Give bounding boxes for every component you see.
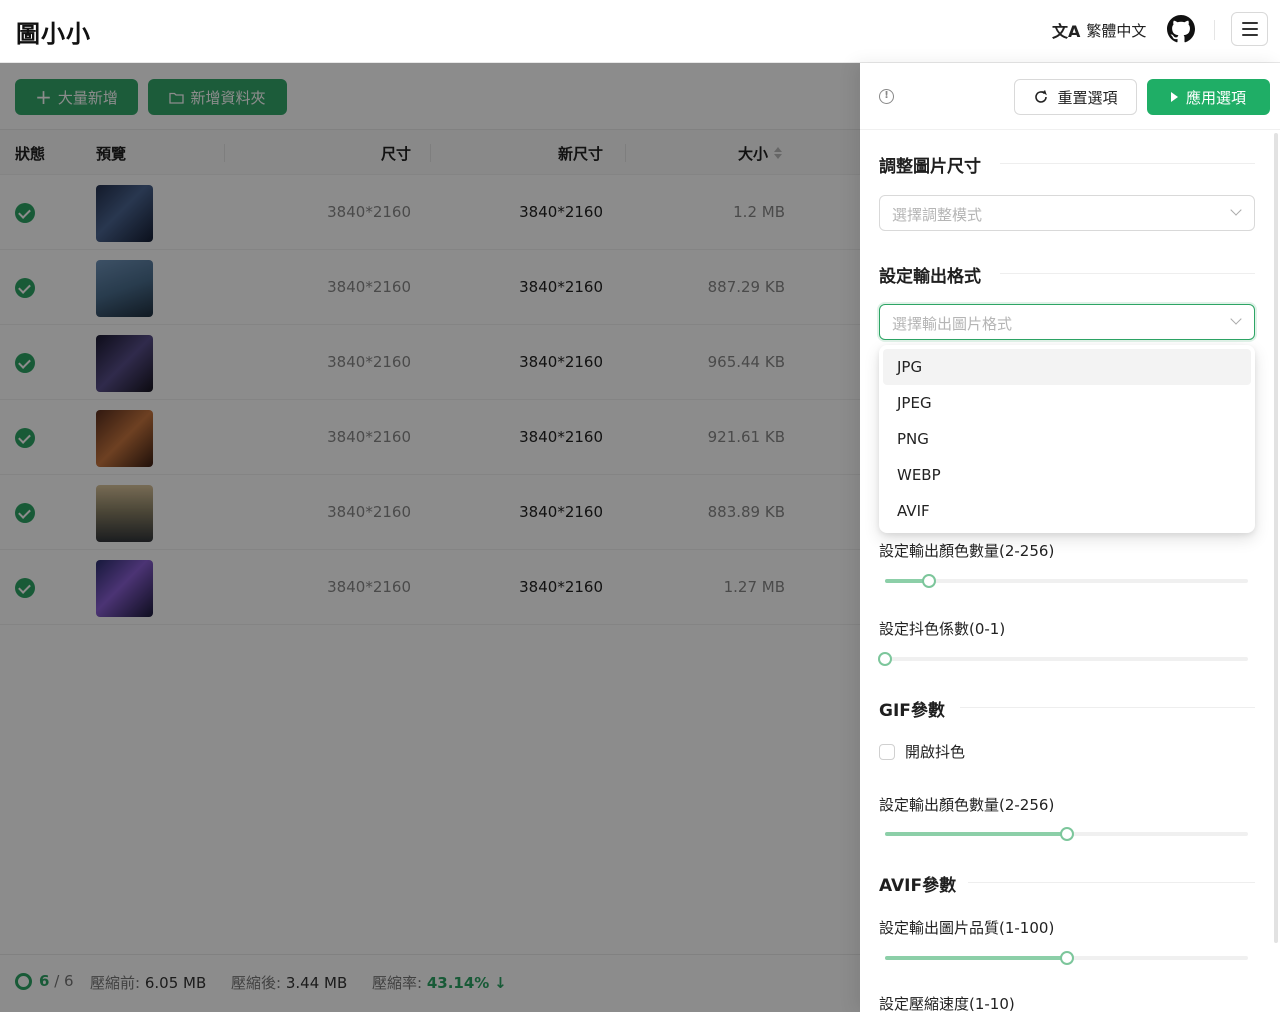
slider-rail: [885, 579, 1248, 583]
slider-handle[interactable]: [1059, 827, 1074, 841]
language-switcher[interactable]: 文A 繁體中文: [1052, 17, 1146, 43]
slider-handle[interactable]: [878, 652, 892, 666]
format-option[interactable]: AVIF: [883, 493, 1251, 529]
slider-track: [885, 956, 1067, 960]
resize-section-title: 調整圖片尺寸: [879, 157, 981, 177]
section-divider: [1000, 273, 1255, 274]
header-divider: [1214, 20, 1215, 40]
slider-track: [885, 832, 1067, 836]
reset-options-button[interactable]: 重置選項: [1014, 79, 1137, 115]
settings-drawer: ! 重置選項 應用選項 調整圖片尺寸 選擇調整模式 設定輸出格式 選擇輸出圖片格…: [860, 63, 1280, 1012]
section-divider: [960, 707, 1255, 708]
play-icon: [1170, 92, 1178, 102]
resize-mode-select[interactable]: 選擇調整模式: [879, 195, 1255, 231]
app-header: 圖小小 文A 繁體中文: [0, 0, 1280, 63]
dither-label: 設定抖色係數(0-1): [879, 620, 1006, 638]
drawer-scrollbar[interactable]: [1274, 133, 1278, 943]
gif-section-title: GIF參數: [879, 701, 945, 721]
drawer-overlay[interactable]: [0, 63, 860, 1012]
language-label: 繁體中文: [1086, 21, 1147, 40]
apply-options-button[interactable]: 應用選項: [1147, 79, 1270, 115]
gif-colors-label: 設定輸出顏色數量(2-256): [879, 796, 1055, 814]
github-icon[interactable]: [1167, 15, 1195, 43]
apply-options-label: 應用選項: [1185, 88, 1246, 107]
reset-options-label: 重置選項: [1057, 88, 1118, 107]
slider-handle[interactable]: [921, 574, 936, 588]
png-colors-label: 設定輸出顏色數量(2-256): [879, 542, 1055, 560]
dither-slider[interactable]: [878, 652, 1248, 666]
format-option[interactable]: JPEG: [883, 385, 1251, 421]
chevron-down-icon: [1230, 204, 1242, 216]
avif-quality-slider[interactable]: [885, 951, 1248, 965]
slider-handle[interactable]: [1059, 951, 1074, 965]
slider-rail: [885, 657, 1248, 661]
output-format-dropdown: JPG JPEG PNG WEBP AVIF: [879, 345, 1255, 533]
avif-quality-label: 設定輸出圖片品質(1-100): [879, 919, 1055, 937]
reload-icon: [1035, 90, 1048, 103]
gif-dither-checkbox[interactable]: [879, 743, 895, 760]
avif-section-title: AVIF參數: [879, 876, 957, 896]
format-option[interactable]: PNG: [883, 421, 1251, 457]
resize-mode-placeholder: 選擇調整模式: [892, 206, 983, 224]
gif-dither-checkbox-row[interactable]: 開啟抖色: [879, 741, 965, 762]
menu-button[interactable]: [1231, 12, 1268, 46]
format-option[interactable]: WEBP: [883, 457, 1251, 493]
png-colors-slider[interactable]: [885, 574, 1248, 588]
section-divider: [1000, 163, 1255, 164]
app-logo[interactable]: 圖小小: [16, 14, 91, 49]
format-section-title: 設定輸出格式: [879, 267, 981, 287]
section-divider: [968, 882, 1255, 883]
output-format-select[interactable]: 選擇輸出圖片格式: [879, 304, 1255, 340]
output-format-placeholder: 選擇輸出圖片格式: [892, 315, 1013, 333]
hamburger-menu-icon: [1241, 22, 1258, 24]
gif-colors-slider[interactable]: [885, 827, 1248, 841]
info-icon[interactable]: !: [879, 89, 894, 104]
translate-icon: 文A: [1052, 22, 1081, 41]
avif-speed-label: 設定壓縮速度(1-10): [879, 995, 1015, 1012]
gif-dither-label: 開啟抖色: [905, 743, 966, 761]
drawer-header: ! 重置選項 應用選項: [860, 63, 1280, 130]
format-option[interactable]: JPG: [883, 349, 1251, 385]
chevron-down-icon: [1230, 313, 1242, 325]
